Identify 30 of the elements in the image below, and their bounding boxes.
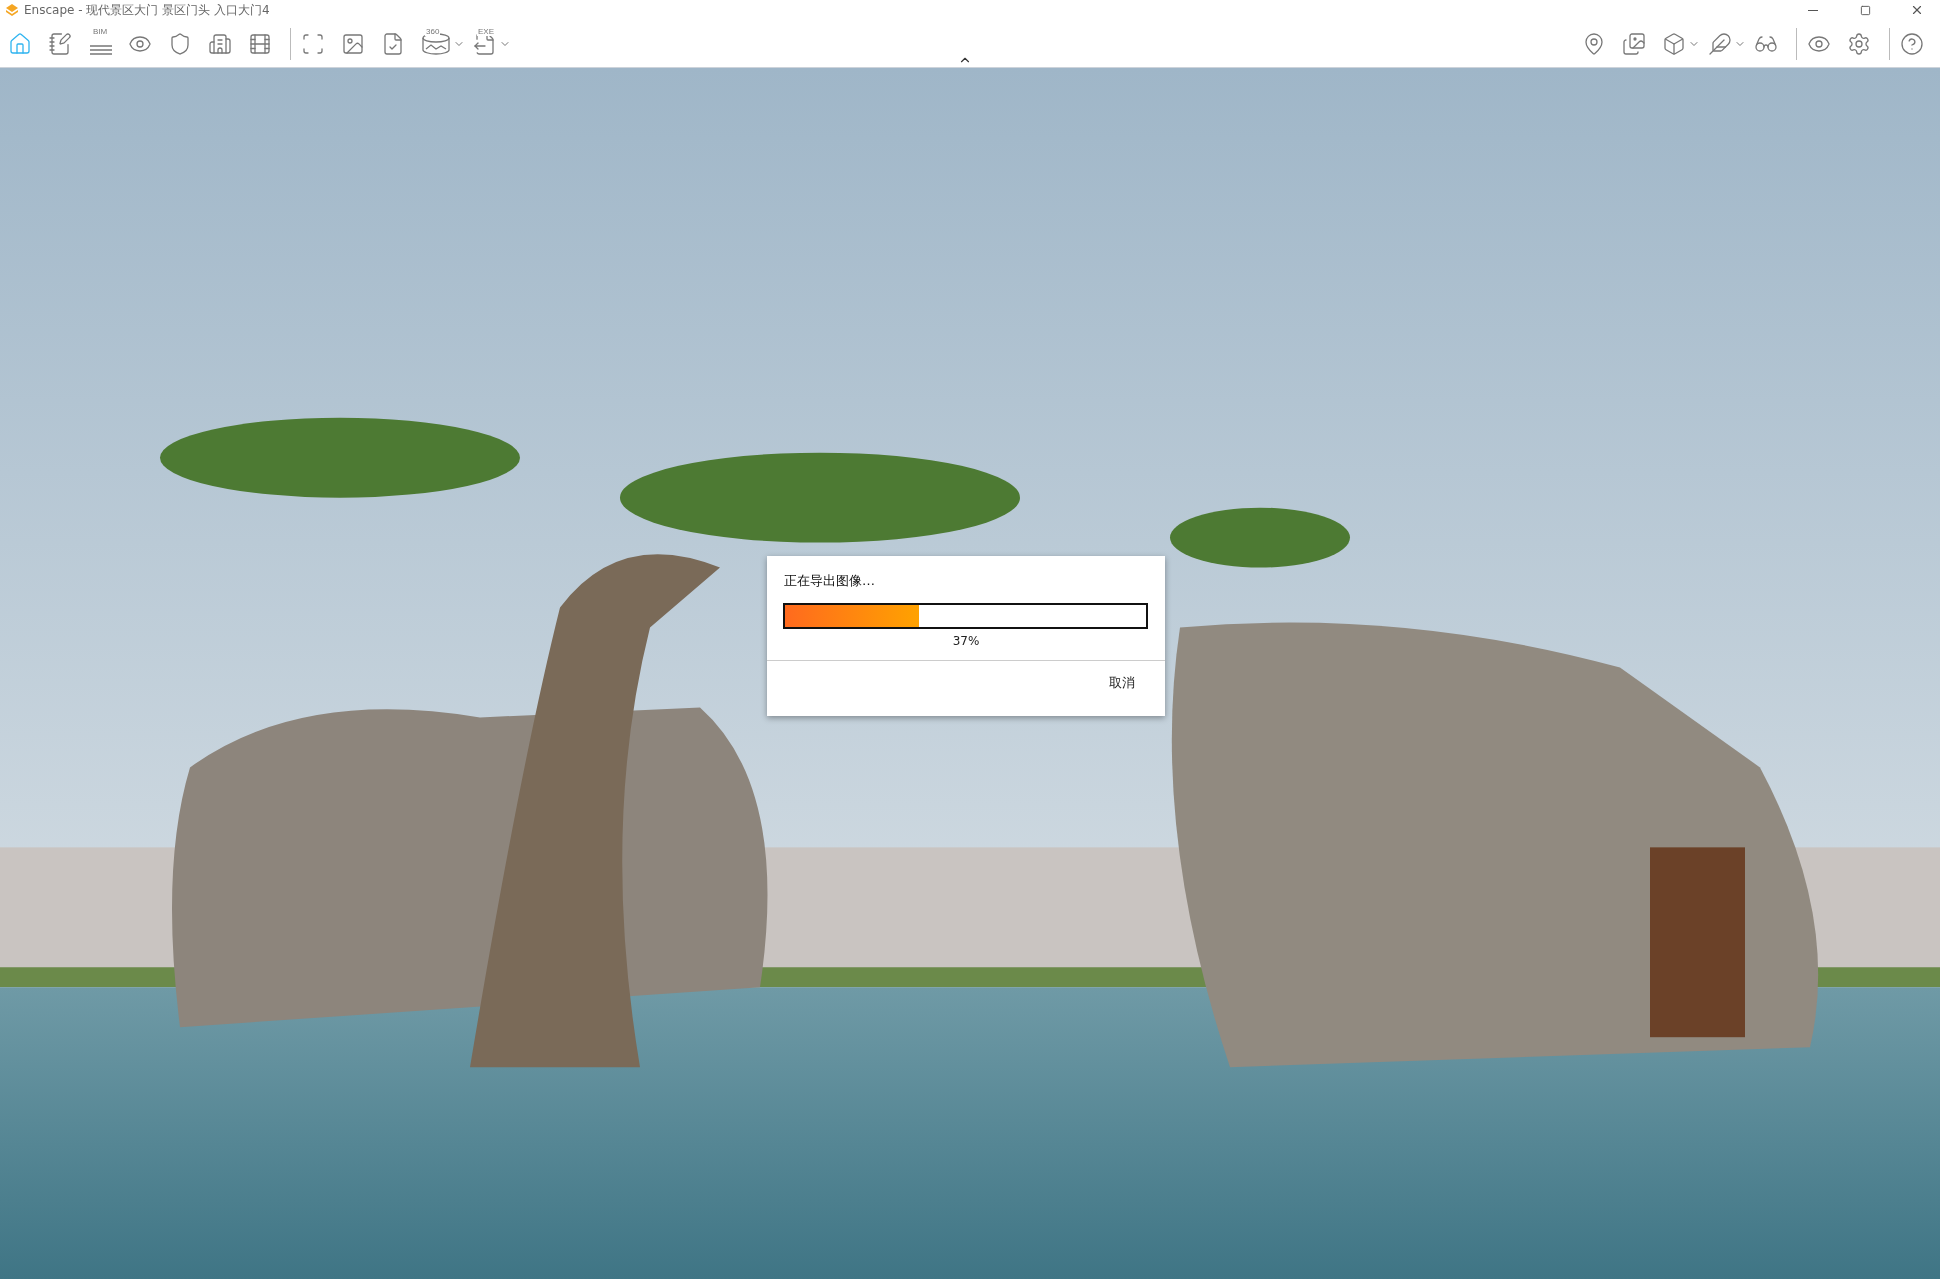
notepad-icon <box>48 31 72 56</box>
panorama-button[interactable]: 360 <box>419 25 467 62</box>
building-icon <box>208 31 232 56</box>
images-icon <box>1622 31 1646 56</box>
bim-button[interactable]: BIM <box>86 25 122 62</box>
progress-percent: 37% <box>952 634 980 648</box>
close-icon <box>1910 3 1924 17</box>
icon-label: BIM <box>92 26 109 36</box>
screenshot-frame-icon <box>301 31 325 56</box>
minimize-icon <box>1808 9 1818 11</box>
cube-icon <box>1662 31 1686 56</box>
panorama-drum-icon <box>421 31 451 56</box>
lines-icon <box>88 44 114 55</box>
app-logo-icon <box>6 4 18 16</box>
image-icon <box>341 31 365 56</box>
icon-label: 360 <box>425 26 441 36</box>
feather-icon <box>1708 31 1732 56</box>
settings-icon <box>1847 31 1871 56</box>
cancel-button[interactable]: 取消 <box>1105 670 1139 696</box>
home-icon <box>8 31 32 56</box>
map-pin-icon <box>1582 31 1606 56</box>
film-icon <box>248 31 272 56</box>
dialog-title: 正在导出图像… <box>784 572 876 590</box>
window-title: Enscape - 现代景区大门 景区门头 入口大门4 <box>24 1 270 19</box>
shield-icon <box>168 31 192 56</box>
maximize-icon <box>1859 4 1871 16</box>
icon-label: EXE <box>477 26 495 36</box>
export-button[interactable]: EXE <box>471 25 513 62</box>
help-icon <box>1900 31 1924 56</box>
file-check-icon <box>381 31 405 56</box>
